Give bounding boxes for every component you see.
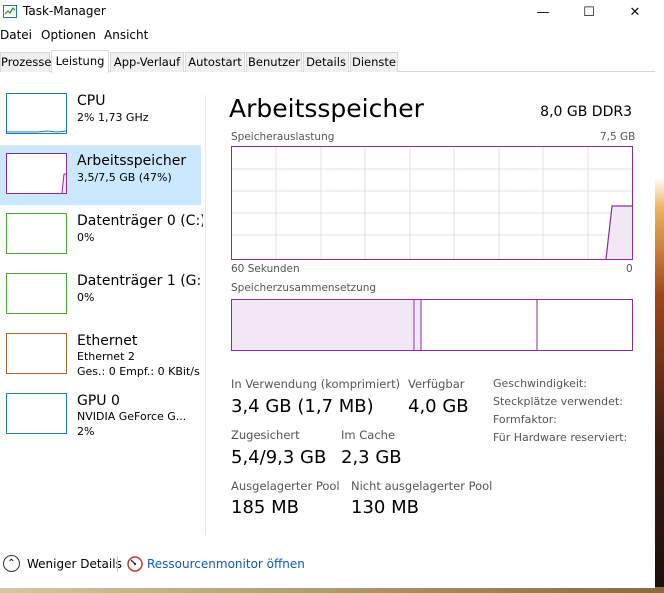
in-use-value: 3,4 GB (1,7 MB) (231, 396, 374, 417)
sidebar-item-title: Datenträger 0 (C:) (77, 213, 203, 229)
disk-0-thumbnail-graph (6, 213, 67, 254)
sidebar-item-cpu[interactable]: CPU 2% 1,73 GHz (0, 85, 201, 145)
memory-usage-svg (232, 147, 632, 259)
paged-pool-label: Ausgelagerter Pool (231, 479, 340, 493)
tab-dienste[interactable]: Dienste (350, 52, 398, 72)
tab-benutzer[interactable]: Benutzer (246, 52, 302, 72)
sidebar-item-disk-1[interactable]: Datenträger 1 (G: D 0% (0, 265, 203, 325)
gpu-thumbnail-graph (6, 393, 67, 434)
minimize-button[interactable]: — (520, 0, 566, 24)
cached-value: 2,3 GB (341, 447, 402, 468)
paged-pool-value: 185 MB (231, 497, 299, 518)
in-use-label: In Verwendung (komprimiert) (231, 377, 401, 391)
resource-monitor-icon[interactable] (127, 556, 143, 572)
memory-composition-bar (231, 299, 633, 351)
sidebar-item-title: Arbeitsspeicher (77, 153, 187, 169)
tab-leistung[interactable]: Leistung (51, 50, 109, 73)
speed-label: Geschwindigkeit: (493, 377, 587, 390)
ethernet-thumbnail-graph (6, 333, 67, 374)
cached-label: Im Cache (341, 428, 396, 442)
available-label: Verfügbar (408, 377, 465, 391)
sidebar-item-subtitle: Ethernet 2 (77, 350, 135, 363)
usage-graph-max: 7,5 GB (600, 131, 636, 143)
sidebar-item-detail: 2% (77, 425, 95, 438)
memory-thumbnail-graph (6, 153, 67, 194)
desktop-background (654, 0, 664, 593)
nonpaged-pool-value: 130 MB (351, 497, 419, 518)
sidebar-item-subtitle: NVIDIA GeForce G... (77, 410, 187, 423)
composition-in-use (232, 300, 414, 350)
nonpaged-pool-label: Nicht ausgelagerter Pool (351, 479, 493, 493)
committed-value: 5,4/9,3 GB (231, 447, 327, 468)
title-bar[interactable]: Task-Manager — ☐ ✕ (0, 0, 655, 24)
committed-label: Zugesichert (231, 428, 300, 442)
memory-capacity: 8,0 GB DDR3 (540, 104, 632, 120)
menu-datei[interactable]: Datei (0, 28, 32, 42)
memory-usage-graph (231, 146, 633, 260)
composition-graph-label: Speicherzusammensetzung (231, 282, 377, 294)
resource-monitor-link[interactable]: Ressourcenmonitor öffnen (147, 557, 305, 571)
performance-sidebar: CPU 2% 1,73 GHz Arbeitsspeicher 3,5/7,5 … (0, 85, 205, 540)
tab-details[interactable]: Details (303, 52, 349, 72)
tab-autostart[interactable]: Autostart (185, 52, 245, 72)
close-button[interactable]: ✕ (612, 0, 658, 24)
tab-prozesse[interactable]: Prozesse (0, 52, 51, 72)
sidebar-item-title: CPU (77, 93, 106, 109)
sidebar-item-subtitle: 0% (77, 231, 95, 244)
sidebar-item-subtitle: 3,5/7,5 GB (47%) (77, 171, 172, 184)
chevron-up-icon[interactable]: ⌃ (3, 555, 20, 572)
sidebar-divider (205, 95, 206, 535)
sidebar-item-gpu[interactable]: GPU 0 NVIDIA GeForce G... 2% (0, 385, 201, 445)
sidebar-item-subtitle: 0% (77, 291, 95, 304)
sidebar-item-title: GPU 0 (77, 393, 120, 409)
footer-bar: ⌃ Weniger Details Ressourcenmonitor öffn… (0, 553, 655, 575)
form-factor-label: Formfaktor: (493, 413, 557, 426)
hardware-reserved-label: Für Hardware reserviert: (493, 431, 628, 444)
fewer-details-button[interactable]: Weniger Details (27, 557, 122, 571)
sidebar-item-disk-0[interactable]: Datenträger 0 (C:) 0% (0, 205, 203, 265)
page-title: Arbeitsspeicher (229, 94, 424, 123)
graph-time-right: 0 (626, 263, 633, 275)
task-manager-window: Task-Manager — ☐ ✕ Datei Optionen Ansich… (0, 0, 655, 588)
sidebar-item-memory[interactable]: Arbeitsspeicher 3,5/7,5 GB (47%) (0, 145, 201, 205)
cpu-thumbnail-graph (6, 93, 67, 134)
sidebar-item-title: Ethernet (77, 333, 138, 349)
footer-divider (117, 556, 118, 572)
maximize-button[interactable]: ☐ (566, 0, 612, 24)
task-manager-icon (3, 5, 17, 18)
disk-1-thumbnail-graph (6, 273, 67, 314)
tab-app-verlauf[interactable]: App-Verlauf (110, 52, 184, 72)
composition-modified (415, 300, 421, 350)
tab-strip: Prozesse Leistung App-Verlauf Autostart … (0, 50, 655, 73)
sidebar-item-subtitle: 2% 1,73 GHz (77, 111, 149, 124)
graph-time-left: 60 Sekunden (231, 263, 300, 275)
sidebar-item-ethernet[interactable]: Ethernet Ethernet 2 Ges.: 0 Empf.: 0 KBi… (0, 325, 201, 385)
sidebar-item-title: Datenträger 1 (G: D (77, 273, 203, 289)
menu-optionen[interactable]: Optionen (41, 28, 96, 42)
available-value: 4,0 GB (408, 396, 469, 417)
menu-ansicht[interactable]: Ansicht (104, 28, 148, 42)
window-title: Task-Manager (23, 4, 106, 18)
slots-label: Steckplätze verwendet: (493, 395, 623, 408)
usage-graph-label: Speicherauslastung (231, 131, 335, 143)
sidebar-item-detail: Ges.: 0 Empf.: 0 KBit/s (77, 365, 200, 378)
